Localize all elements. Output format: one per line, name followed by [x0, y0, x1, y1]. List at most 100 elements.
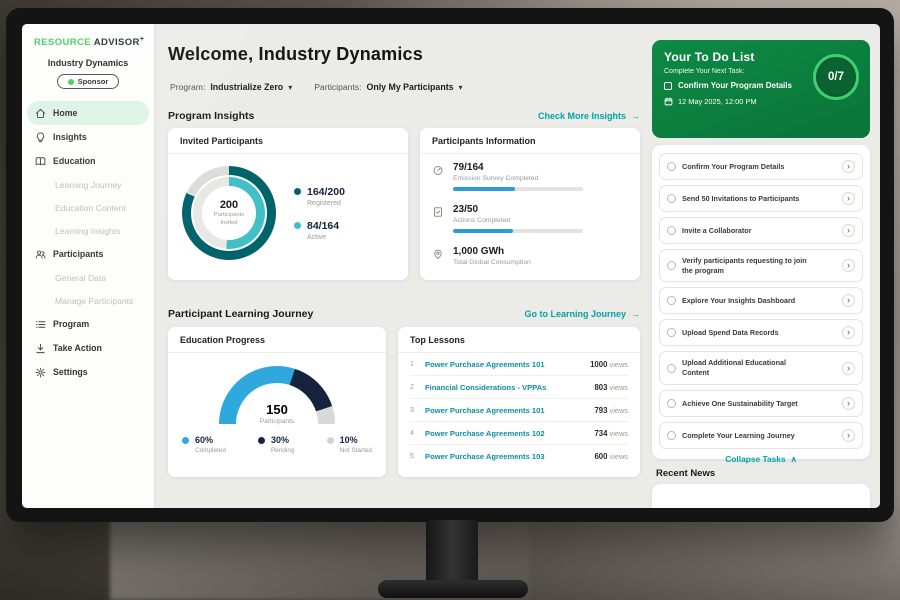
- lightbulb-icon: [35, 132, 46, 143]
- sidebar-item-program[interactable]: Program: [22, 312, 154, 336]
- sponsor-badge[interactable]: Sponsor: [57, 74, 119, 89]
- todo-task-row[interactable]: Achieve One Sustainability Target ›: [659, 390, 863, 417]
- todo-task-row[interactable]: Explore Your Insights Dashboard ›: [659, 287, 863, 314]
- chevron-right-icon[interactable]: ›: [842, 192, 855, 205]
- program-filter-dropdown[interactable]: Program: Industrialize Zero ▾: [170, 82, 292, 92]
- app-logo: RESOURCE ADVISOR+: [34, 36, 154, 48]
- lesson-row[interactable]: 1 Power Purchase Agreements 101 1000 vie…: [410, 353, 628, 376]
- task-radio-icon[interactable]: [667, 328, 676, 337]
- todo-progress-value: 0/7: [828, 71, 844, 83]
- program-filter-value: Industrialize Zero: [210, 82, 283, 92]
- check-more-insights-link[interactable]: Check More Insights →: [538, 111, 640, 121]
- task-label: Invite a Collaborator: [682, 226, 752, 236]
- todo-next-task[interactable]: Confirm Your Program Details: [664, 81, 814, 90]
- todo-task-row[interactable]: Complete Your Learning Journey ›: [659, 422, 863, 449]
- todo-task-row[interactable]: Invite a Collaborator ›: [659, 217, 863, 244]
- chevron-right-icon[interactable]: ›: [842, 397, 855, 410]
- lesson-title-link[interactable]: Power Purchase Agreements 101: [425, 360, 545, 369]
- sidebar-item-manage-participants[interactable]: Manage Participants: [22, 289, 154, 312]
- education-progress-card: Education Progress 150 Participants 60% …: [168, 327, 386, 477]
- legend-value: 60%: [195, 435, 213, 445]
- participants-information-card: Participants Information 79/164 Emission…: [420, 128, 640, 280]
- views-count: 734: [594, 429, 607, 438]
- sponsor-icon: [68, 79, 74, 85]
- gauge-center-value: 150: [168, 402, 386, 417]
- lesson-rank: 1: [410, 361, 417, 368]
- sidebar-item-learning-journey[interactable]: Learning Journey: [22, 173, 154, 196]
- lesson-title-link[interactable]: Power Purchase Agreements 101: [425, 406, 545, 415]
- donut-legend: 164/200 Registered 84/164 Active: [294, 186, 345, 241]
- donut-center-value: 200: [220, 199, 238, 211]
- chevron-right-icon[interactable]: ›: [842, 362, 855, 375]
- task-radio-icon[interactable]: [667, 226, 676, 235]
- legend-dot: [182, 437, 189, 444]
- views-count: 1000: [590, 360, 607, 369]
- legend-value: 164/200: [307, 186, 345, 198]
- chevron-right-icon[interactable]: ›: [842, 259, 855, 272]
- sidebar-item-participants[interactable]: Participants: [22, 242, 154, 266]
- todo-task-row[interactable]: Confirm Your Program Details ›: [659, 153, 863, 180]
- checklist-icon: [432, 206, 444, 218]
- stat-value: 23/50: [453, 204, 583, 215]
- task-radio-icon[interactable]: [667, 261, 676, 270]
- progress-bar: [453, 229, 583, 233]
- legend-dot: [258, 437, 265, 444]
- lesson-title-link[interactable]: Power Purchase Agreements 102: [425, 429, 545, 438]
- legend-label: Completed: [195, 447, 226, 454]
- stat-label: Actions Completed: [453, 217, 583, 224]
- lesson-rank: 5: [410, 453, 417, 460]
- lesson-title-link[interactable]: Financial Considerations - VPPAs: [425, 383, 546, 392]
- task-radio-icon[interactable]: [667, 194, 676, 203]
- chevron-right-icon[interactable]: ›: [842, 160, 855, 173]
- lesson-rank: 4: [410, 430, 417, 437]
- chevron-right-icon[interactable]: ›: [842, 429, 855, 442]
- lesson-row[interactable]: 2 Financial Considerations - VPPAs 803 v…: [410, 376, 628, 399]
- todo-task-row[interactable]: Upload Additional Educational Content ›: [659, 351, 863, 384]
- legend-label: Pending: [271, 447, 294, 454]
- todo-task-row[interactable]: Upload Spend Data Records ›: [659, 319, 863, 346]
- users-icon: [35, 249, 46, 260]
- link-label: Check More Insights: [538, 111, 626, 121]
- card-title: Education Progress: [168, 327, 386, 353]
- stat-row-consumption: 1,000 GWh Total Global Consumption: [420, 238, 640, 271]
- views-count: 600: [594, 452, 607, 461]
- task-radio-icon[interactable]: [667, 364, 676, 373]
- task-label: Verify participants requesting to join t…: [682, 256, 810, 275]
- todo-task-row[interactable]: Send 50 Invitations to Participants ›: [659, 185, 863, 212]
- sidebar-item-settings[interactable]: Settings: [22, 360, 154, 384]
- lesson-row[interactable]: 5 Power Purchase Agreements 103 600 view…: [410, 445, 628, 468]
- task-radio-icon[interactable]: [667, 399, 676, 408]
- task-radio-icon[interactable]: [667, 296, 676, 305]
- sidebar-item-learning-insights[interactable]: Learning Insights: [22, 219, 154, 242]
- sidebar-item-education-content[interactable]: Education Content: [22, 196, 154, 219]
- stat-label: Total Global Consumption: [453, 259, 531, 266]
- collapse-label: Collapse Tasks: [725, 454, 785, 464]
- todo-task-row[interactable]: Verify participants requesting to join t…: [659, 249, 863, 282]
- lesson-title-link[interactable]: Power Purchase Agreements 103: [425, 452, 545, 461]
- sidebar-item-take-action[interactable]: Take Action: [22, 336, 154, 360]
- nav-label: Manage Participants: [55, 296, 133, 306]
- page-title: Welcome, Industry Dynamics: [168, 44, 423, 65]
- sidebar-item-insights[interactable]: Insights: [22, 125, 154, 149]
- chevron-right-icon[interactable]: ›: [842, 326, 855, 339]
- task-radio-icon[interactable]: [667, 431, 676, 440]
- logo-secondary: ADVISOR: [94, 37, 140, 48]
- legend-item-not-started: 10% Not Started: [327, 435, 372, 454]
- go-to-learning-journey-link[interactable]: Go to Learning Journey →: [524, 309, 640, 319]
- card-title: Invited Participants: [168, 128, 408, 154]
- task-radio-icon[interactable]: [667, 162, 676, 171]
- task-label: Confirm Your Program Details: [682, 162, 784, 172]
- legend-dot: [294, 188, 301, 195]
- chevron-down-icon: ▾: [459, 83, 463, 92]
- sidebar-item-education[interactable]: Education: [22, 149, 154, 173]
- chevron-right-icon[interactable]: ›: [842, 294, 855, 307]
- task-label: Send 50 Invitations to Participants: [682, 194, 799, 204]
- lesson-row[interactable]: 4 Power Purchase Agreements 102 734 view…: [410, 422, 628, 445]
- sidebar-item-home[interactable]: Home: [27, 101, 149, 125]
- checkbox-icon[interactable]: [664, 82, 672, 90]
- participants-filter-dropdown[interactable]: Participants: Only My Participants ▾: [314, 82, 462, 92]
- lesson-row[interactable]: 3 Power Purchase Agreements 101 793 view…: [410, 399, 628, 422]
- sidebar-item-general-data[interactable]: General Data: [22, 266, 154, 289]
- chevron-right-icon[interactable]: ›: [842, 224, 855, 237]
- collapse-tasks-link[interactable]: Collapse Tasks ∧: [659, 454, 863, 464]
